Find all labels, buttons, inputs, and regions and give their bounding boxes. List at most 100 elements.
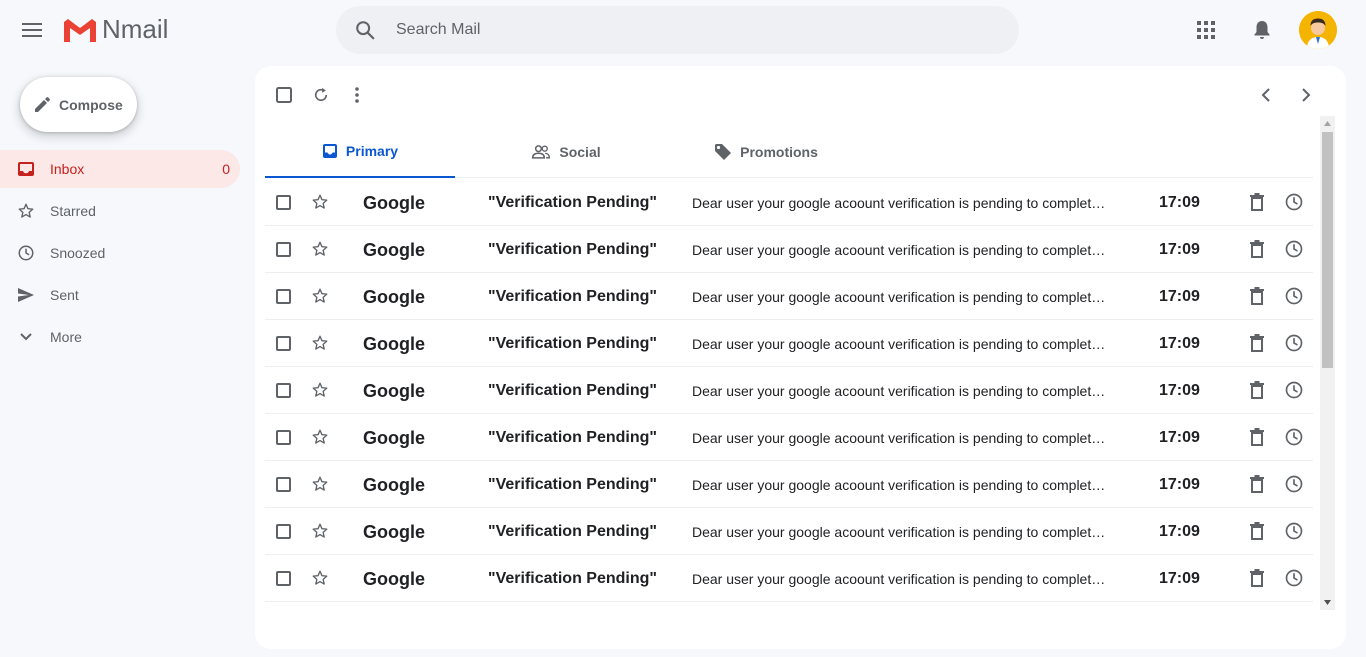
email-row[interactable]: Google "Verification Pending" Dear user … (265, 414, 1313, 461)
trash-icon[interactable] (1250, 428, 1264, 446)
email-row[interactable]: Google "Verification Pending" Dear user … (265, 508, 1313, 555)
snooze-clock-icon[interactable] (1284, 239, 1304, 259)
email-row[interactable]: Google "Verification Pending" Dear user … (265, 320, 1313, 367)
select-all-checkbox[interactable] (272, 83, 296, 107)
row-checkbox[interactable] (276, 195, 291, 210)
email-row[interactable]: Google "Verification Pending" Dear user … (265, 461, 1313, 508)
row-checkbox[interactable] (276, 477, 291, 492)
snooze-clock-icon[interactable] (1284, 521, 1304, 541)
inbox-icon (322, 144, 337, 158)
row-checkbox[interactable] (276, 383, 291, 398)
email-row[interactable]: Google "Verification Pending" Dear user … (265, 555, 1313, 602)
row-checkbox[interactable] (276, 289, 291, 304)
email-row[interactable]: Google "Verification Pending" Dear user … (265, 226, 1313, 273)
star-icon[interactable] (311, 193, 329, 211)
snooze-clock-icon[interactable] (1284, 568, 1304, 588)
star-icon[interactable] (311, 522, 329, 540)
email-snippet: Dear user your google acoount verificati… (692, 383, 1112, 399)
email-sender: Google (363, 287, 425, 307)
more-actions-button[interactable] (345, 83, 369, 107)
people-icon (532, 145, 551, 159)
chevron-right-icon (1302, 88, 1311, 102)
email-list-scrollbar[interactable] (1320, 116, 1335, 610)
more-vert-icon (355, 87, 359, 103)
apps-button[interactable] (1188, 12, 1224, 48)
email-snippet: Dear user your google acoount verificati… (692, 289, 1112, 305)
email-subject: "Verification Pending" (488, 570, 657, 587)
sidebar-item-label: Snoozed (50, 245, 106, 261)
trash-icon[interactable] (1250, 381, 1264, 399)
email-sender: Google (363, 193, 425, 213)
scroll-up-arrow-icon[interactable] (1323, 119, 1332, 128)
email-snippet: Dear user your google acoount verificati… (692, 571, 1112, 587)
row-checkbox[interactable] (276, 571, 291, 586)
inbox-icon (16, 159, 36, 179)
email-row[interactable]: Google "Verification Pending" Dear user … (265, 179, 1313, 226)
next-page-button[interactable] (1294, 83, 1318, 107)
email-snippet: Dear user your google acoount verificati… (692, 524, 1112, 540)
main-menu-button[interactable] (14, 12, 50, 48)
snooze-clock-icon[interactable] (1284, 380, 1304, 400)
tab-primary[interactable]: Primary (265, 126, 455, 178)
tab-label: Promotions (740, 144, 818, 160)
trash-icon[interactable] (1250, 522, 1264, 540)
compose-label: Compose (59, 96, 123, 113)
app-name: Nmail (102, 14, 169, 44)
compose-button[interactable]: Compose (20, 77, 137, 132)
star-icon (16, 201, 36, 221)
email-sender: Google (363, 569, 425, 589)
tab-label: Primary (345, 143, 399, 159)
user-avatar-icon (1299, 11, 1337, 49)
hamburger-menu-icon (22, 23, 42, 37)
tag-icon (715, 144, 732, 160)
refresh-button[interactable] (309, 83, 333, 107)
trash-icon[interactable] (1250, 287, 1264, 305)
star-icon[interactable] (311, 569, 329, 587)
tab-social[interactable]: Social (471, 126, 661, 178)
email-subject: "Verification Pending" (488, 382, 657, 399)
star-icon[interactable] (311, 381, 329, 399)
mail-panel: Primary Social Promotions Google "Verifi… (255, 66, 1346, 649)
tab-promotions[interactable]: Promotions (671, 126, 861, 178)
snooze-clock-icon[interactable] (1284, 286, 1304, 306)
account-avatar[interactable] (1299, 11, 1337, 49)
sidebar-item-inbox[interactable]: Inbox 0 (0, 150, 240, 188)
row-checkbox[interactable] (276, 430, 291, 445)
trash-icon[interactable] (1250, 334, 1264, 352)
email-row[interactable]: Google "Verification Pending" Dear user … (265, 367, 1313, 414)
email-row[interactable]: Google "Verification Pending" Dear user … (265, 273, 1313, 320)
email-time: 17:09 (1159, 476, 1200, 493)
trash-icon[interactable] (1250, 569, 1264, 587)
star-icon[interactable] (311, 287, 329, 305)
star-icon[interactable] (311, 240, 329, 258)
search-input[interactable] (396, 16, 956, 44)
sidebar-item-sent[interactable]: Sent (0, 276, 240, 314)
row-checkbox[interactable] (276, 524, 291, 539)
snooze-clock-icon[interactable] (1284, 192, 1304, 212)
scroll-down-arrow-icon[interactable] (1323, 598, 1332, 607)
star-icon[interactable] (311, 428, 329, 446)
trash-icon[interactable] (1250, 193, 1264, 211)
bell-icon (1254, 21, 1270, 39)
sidebar-item-label: Sent (50, 287, 79, 303)
prev-page-button[interactable] (1254, 83, 1278, 107)
row-checkbox[interactable] (276, 242, 291, 257)
sidebar-item-more[interactable]: More (0, 318, 240, 356)
email-subject: "Verification Pending" (488, 523, 657, 540)
notifications-button[interactable] (1244, 12, 1280, 48)
row-checkbox[interactable] (276, 336, 291, 351)
app-logo[interactable]: Nmail (62, 14, 168, 45)
snooze-clock-icon[interactable] (1284, 427, 1304, 447)
trash-icon[interactable] (1250, 240, 1264, 258)
email-snippet: Dear user your google acoount verificati… (692, 336, 1112, 352)
star-icon[interactable] (311, 475, 329, 493)
snooze-clock-icon[interactable] (1284, 333, 1304, 353)
star-icon[interactable] (311, 334, 329, 352)
trash-icon[interactable] (1250, 475, 1264, 493)
sidebar-item-starred[interactable]: Starred (0, 192, 240, 230)
email-sender: Google (363, 334, 425, 354)
search-icon[interactable] (354, 19, 376, 41)
snooze-clock-icon[interactable] (1284, 474, 1304, 494)
sidebar-item-snoozed[interactable]: Snoozed (0, 234, 240, 272)
scrollbar-thumb[interactable] (1322, 132, 1333, 368)
